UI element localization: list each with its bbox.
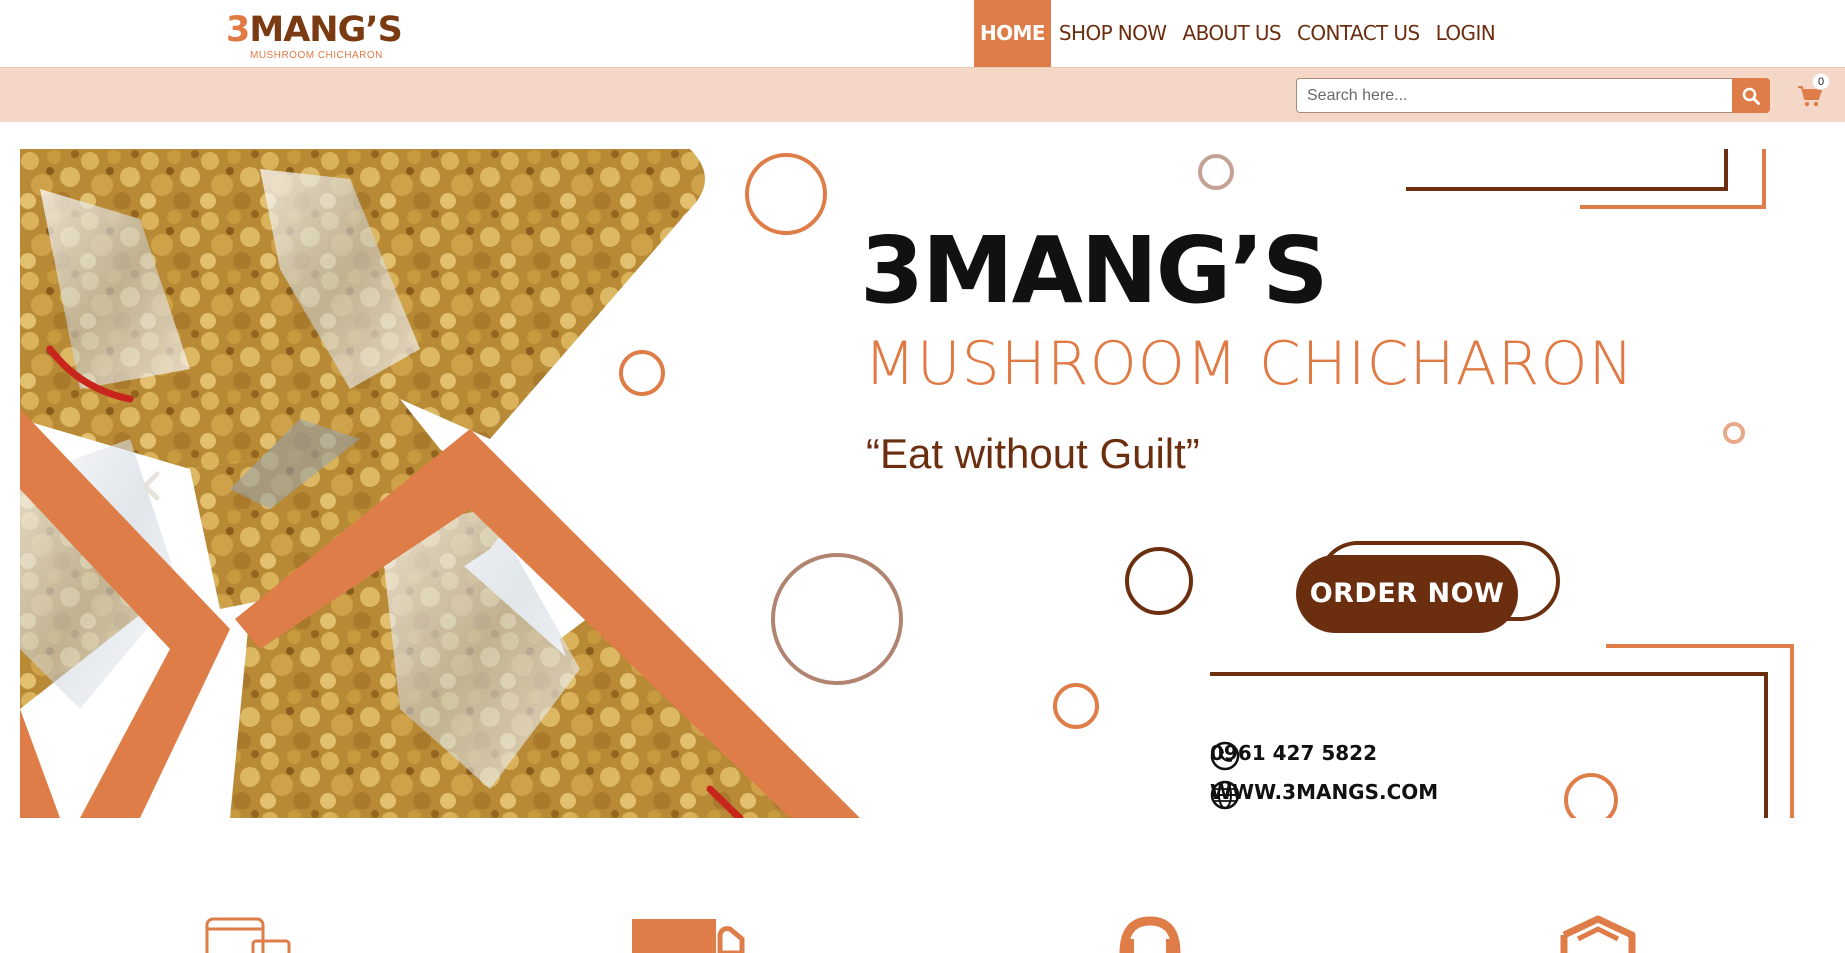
hero-brand-subtitle: MUSHROOM CHICHARON [864, 329, 1635, 399]
globe-icon [1210, 780, 1240, 810]
chevron-left-icon [142, 471, 160, 501]
logo-tagline: MUSHROOM CHICHARON [250, 50, 383, 61]
main-menu: HOME SHOP NOW ABOUT US CONTACT US LOGIN [974, 0, 1503, 67]
order-now-button[interactable]: ORDER NOW [1296, 555, 1518, 633]
hero-website-url: WWW.3MANGS.COM [1210, 780, 1439, 804]
nav-shop-now[interactable]: SHOP NOW [1051, 0, 1175, 67]
cod-delivery-icon [632, 919, 745, 953]
search-icon [1742, 87, 1760, 105]
top-navigation-bar: 3MANG’S MUSHROOM CHICHARON HOME SHOP NOW… [0, 0, 1845, 67]
carousel-prev-button[interactable] [140, 471, 170, 511]
nav-login[interactable]: LOGIN [1428, 0, 1504, 67]
secure-shield-icon [1560, 915, 1636, 953]
site-logo[interactable]: 3MANG’S MUSHROOM CHICHARON [226, 10, 403, 64]
hero-website: WWW.3MANGS.COM [1210, 780, 1439, 810]
nav-about-us[interactable]: ABOUT US [1174, 0, 1289, 67]
hero-brand-title: 3MANG’S [860, 217, 1328, 324]
features-row [0, 905, 1845, 953]
search-input[interactable] [1296, 78, 1733, 113]
phone-icon [1210, 741, 1240, 771]
customer-support-icon [1119, 916, 1181, 953]
hero-phone: 0961 427 5822 [1210, 741, 1377, 771]
nav-contact-us[interactable]: CONTACT US [1289, 0, 1428, 67]
mobile-order-icon [205, 917, 291, 953]
hero-tagline: “Eat without Guilt” [866, 430, 1200, 477]
logo-wordmark: 3MANG’S [226, 10, 403, 50]
nav-home[interactable]: HOME [974, 0, 1051, 67]
search-button[interactable] [1732, 78, 1770, 113]
cart-count-badge: 0 [1812, 73, 1830, 90]
search-strip: 0 [0, 67, 1845, 122]
hero-banner[interactable]: 3MANG’S MUSHROOM CHICHARON “Eat without … [20, 149, 1829, 818]
